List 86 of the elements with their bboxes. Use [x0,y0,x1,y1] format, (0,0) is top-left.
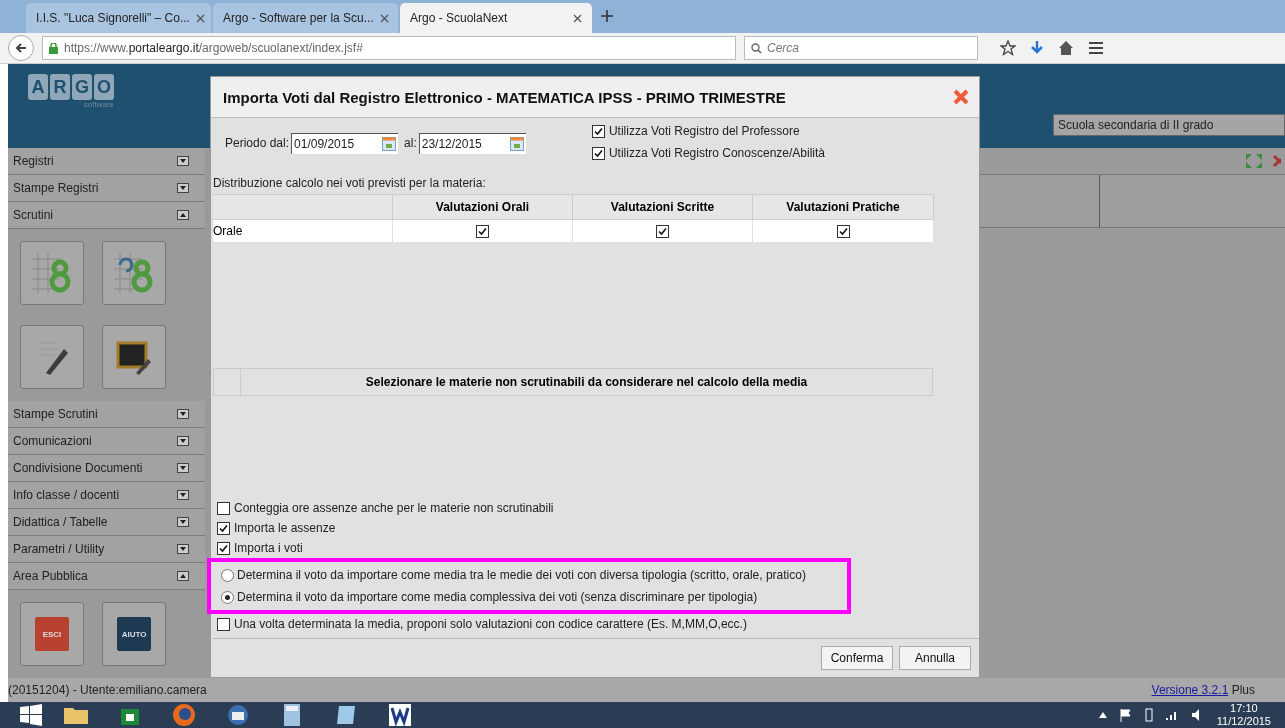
tile-button[interactable]: AIUTO [102,602,166,666]
date-from-field[interactable]: 01/09/2015 [291,132,399,154]
expand-caret-icon[interactable] [177,544,189,554]
distribution-label: Distribuzione calcolo nei voti previsti per la materia: [213,176,486,190]
tile-button[interactable] [20,325,84,389]
browser-tab[interactable]: I.I.S. "Luca Signorelli" – Co... [26,3,211,34]
column-header: Valutazioni Orali [393,194,573,220]
checkbox-label: Importa i voti [234,541,303,555]
period-from-label: Periodo dal: [225,136,290,150]
clock[interactable]: 17:10 11/12/2015 [1216,702,1271,728]
up-arrow-icon[interactable] [1098,712,1107,718]
version-text: Versione 3.2.1 Plus [1151,683,1255,697]
collapse-caret-icon[interactable] [177,210,189,220]
checkbox[interactable] [836,224,850,238]
sidebar-item[interactable]: Parametri / Utility [8,536,205,563]
expand-caret-icon[interactable] [177,436,189,446]
checkbox[interactable] [217,541,230,555]
radio-label: Determina il voto da importare come media complessiva dei voti (senza discriminare per tipologia) [237,590,758,604]
checkbox-label: Conteggia ore assenze anche per le materie non scrutinabili [234,501,554,515]
tile-label: AIUTO [117,617,151,651]
calendar-icon[interactable] [382,136,397,151]
sidebar-item[interactable]: Scrutini [8,202,205,229]
browser-tab[interactable]: Argo - Software per la Scu... [213,3,398,34]
sidebar-item[interactable]: Stampe Scrutini [8,401,205,428]
dialog-title: Importa Voti dal Registro Elettronico - MATEMATICA IPSS - PRIMO TRIMESTRE [223,88,786,106]
date-to-field[interactable]: 23/12/2015 [418,132,526,154]
radio-button[interactable] [221,568,234,582]
sidebar-item[interactable]: Condivisione Documenti [8,455,205,482]
sidebar-item[interactable]: Registri [8,148,205,175]
checkbox[interactable] [591,124,605,138]
checkbox[interactable] [656,224,669,238]
flag-icon[interactable] [1118,708,1133,722]
calendar-icon[interactable] [509,136,524,151]
checkbox[interactable] [217,521,230,535]
tile-button[interactable]: ESCI [20,602,84,666]
browser-tab[interactable]: Argo - ScuolaNext [400,3,592,34]
new-tab-icon[interactable] [600,9,614,24]
radio-label: Determina il voto da importare come media tra le medie dei voti con diversa tipologia (scritto, orale, pratico) [237,568,806,582]
expand-caret-icon[interactable] [177,517,189,527]
expand-caret-icon[interactable] [177,463,189,473]
expand-caret-icon[interactable] [177,156,189,166]
back-arrow-icon [15,42,27,55]
checkbox[interactable] [476,224,489,238]
checkbox[interactable] [217,501,230,515]
home-icon[interactable] [1058,40,1074,57]
windows-start-icon[interactable] [20,704,42,726]
expand-caret-icon[interactable] [177,409,189,419]
collapse-caret-icon[interactable] [177,571,189,581]
menu-icon[interactable] [1088,41,1104,56]
column-header: Selezionare le materie non scrutinabili da considerare nel calcolo della media [240,369,932,395]
checkbox-label: Utilizza Voti Registro Conoscenze/Abilità [608,146,825,160]
tile-label: ESCI [35,617,69,651]
address-bar[interactable]: https://www.portaleargo.it/argoweb/scuolanext/index.jsf# [42,36,736,61]
column-header: Valutazioni Scritte [573,194,753,220]
battery-icon[interactable] [1144,708,1153,722]
back-button[interactable] [8,35,34,62]
logo: A R G O software [28,74,114,109]
school-select[interactable]: Scuola secondaria di II grado [1053,114,1285,136]
dialog-button[interactable]: Annulla [899,646,971,670]
search-icon [751,42,762,54]
expand-caret-icon[interactable] [177,490,189,500]
checkbox-label: Una volta determinata la media, proponi solo valutazioni con codice carattere (Es. M,MM,O,ecc.) [234,617,747,631]
checkbox[interactable] [591,146,605,160]
tile-button[interactable] [20,241,84,305]
expand-caret-icon[interactable] [177,183,189,193]
checkbox-label: Utilizza Voti Registro del Professore [608,124,800,138]
sidebar-item[interactable]: Area Pubblica [8,563,205,590]
period-to-label: al: [404,136,417,150]
lock-icon [49,42,58,54]
radio-button[interactable] [221,590,234,604]
sidebar-item[interactable]: Info classe / docenti [8,482,205,509]
search-field[interactable]: Cerca [744,36,978,61]
checkbox-label: Importa le assenze [234,521,336,535]
table-cell: Orale [213,220,393,242]
sidebar-item[interactable]: Didattica / Tabelle [8,509,205,536]
version-link[interactable]: Versione 3.2.1 [1151,683,1229,697]
dialog-button[interactable]: Conferma [821,646,893,670]
sidebar-item[interactable]: Stampe Registri [8,175,205,202]
star-icon[interactable] [1000,40,1016,57]
sidebar-item[interactable]: Comunicazioni [8,428,205,455]
user-status: (20151204) - Utente:emiliano.camera [8,683,207,697]
signal-icon[interactable] [1164,709,1179,721]
column-header: Valutazioni Pratiche [753,194,934,220]
checkbox[interactable] [217,617,230,631]
tile-button[interactable] [102,325,166,389]
tile-button[interactable] [102,241,166,305]
